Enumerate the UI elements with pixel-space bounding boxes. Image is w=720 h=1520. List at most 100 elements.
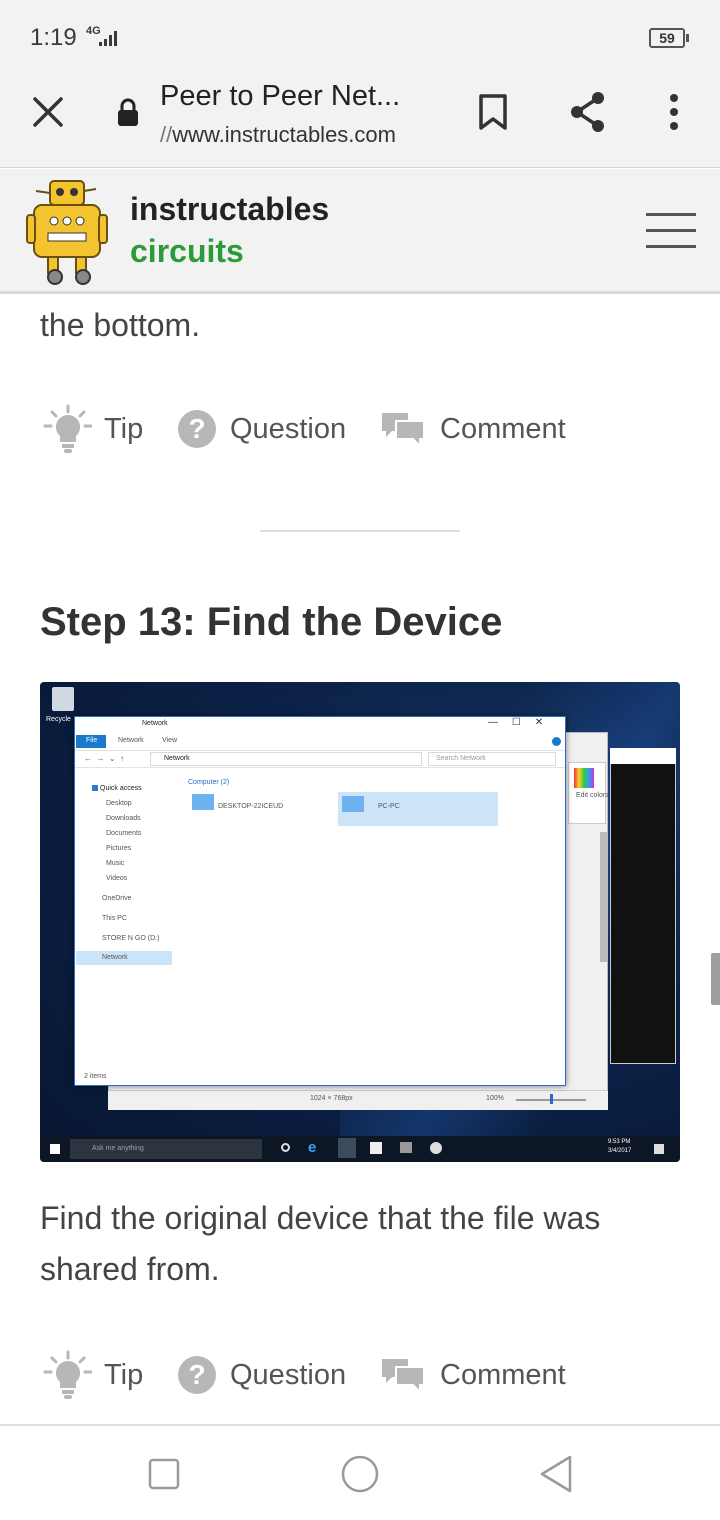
tip-label: Tip (104, 412, 144, 445)
edit-colors-label: Edit colors (576, 792, 609, 799)
help-icon[interactable] (552, 737, 561, 746)
nav-drive[interactable]: STORE N GO (D:) (102, 935, 159, 942)
nav-arrows[interactable]: ← → ⌄ ↑ (84, 754, 124, 763)
page-scrollbar[interactable] (711, 953, 720, 1005)
window-controls[interactable]: — ☐ ✕ (488, 717, 543, 728)
quick-access[interactable]: Quick access (100, 785, 142, 792)
url-scheme: // (160, 122, 173, 147)
status-items: 2 items (84, 1073, 107, 1080)
lightbulb-icon (43, 1350, 92, 1399)
comment-icon (382, 1359, 425, 1395)
nav-item[interactable]: Music (106, 860, 124, 867)
store-icon[interactable] (370, 1142, 382, 1154)
comment-icon (382, 413, 425, 449)
nav-item[interactable]: Pictures (106, 845, 131, 852)
ribbon-tabs (75, 734, 565, 748)
nav-network: Network (102, 954, 128, 961)
device-name: PC-PC (378, 803, 400, 810)
windows-start-icon[interactable] (50, 1144, 60, 1154)
question-icon: ? (178, 410, 216, 448)
paint-size: 1024 × 768px (310, 1095, 353, 1102)
tray-time: 9:53 PM (608, 1139, 631, 1145)
comment-button[interactable]: Comment (380, 1350, 566, 1400)
explorer-window (74, 716, 566, 1086)
device-name[interactable]: DESKTOP-22ICEUD (218, 803, 283, 810)
paint-zoom: 100% (486, 1095, 504, 1102)
site-header: instructables circuits (0, 169, 720, 294)
step-actions-top: Tip ? Question Comment (40, 404, 680, 454)
brand-category[interactable]: circuits (130, 233, 244, 270)
nav-this-pc[interactable]: This PC (102, 915, 127, 922)
question-button[interactable]: ? Question (178, 404, 346, 454)
zoom-slider-thumb (550, 1094, 553, 1104)
question-label: Question (230, 1358, 347, 1391)
tray-date: 3/4/2017 (608, 1148, 632, 1154)
step-image[interactable]: Recycle Edit colors 1024 × 768px 100% Ne… (40, 682, 680, 1162)
nav-item[interactable]: Documents (106, 830, 141, 837)
tip-button[interactable]: Tip (40, 1350, 143, 1400)
comment-label: Comment (440, 412, 566, 445)
address-text: Network (164, 755, 190, 762)
computer-icon (192, 794, 214, 810)
page-url[interactable]: //www.instructables.com (160, 122, 396, 148)
back-window (610, 748, 676, 1064)
computer-icon (342, 796, 364, 812)
home-circle-icon[interactable] (340, 1454, 380, 1494)
comment-button[interactable]: Comment (380, 404, 566, 454)
battery-icon: 59 (649, 28, 685, 48)
tip-button[interactable]: Tip (40, 404, 143, 454)
recents-square-icon[interactable] (148, 1458, 180, 1490)
nav-item[interactable]: Desktop (106, 800, 132, 807)
explorer-taskbar-icon[interactable] (338, 1138, 356, 1158)
lock-icon (118, 98, 138, 126)
edge-icon[interactable]: e (308, 1140, 320, 1155)
bookmark-icon[interactable] (476, 92, 510, 132)
search-placeholder: Search Network (436, 755, 486, 762)
back-window-titlebar (610, 748, 676, 764)
explorer-title: Network (142, 720, 168, 727)
question-icon: ? (178, 1356, 216, 1394)
page-title[interactable]: Peer to Peer Net... (160, 80, 400, 113)
group-header[interactable]: Computer (2) (188, 779, 229, 786)
previous-step-text: the bottom. (40, 307, 201, 343)
question-label: Question (230, 412, 347, 445)
task-view-icon[interactable] (281, 1143, 290, 1152)
paint-scrollbar (600, 832, 608, 962)
nav-item[interactable]: Videos (106, 875, 127, 882)
nav-onedrive[interactable]: OneDrive (102, 895, 132, 902)
comment-label: Comment (440, 1358, 566, 1391)
status-bar: 1:19 4G 59 (0, 0, 720, 72)
notification-icon[interactable] (654, 1144, 664, 1154)
url-host: www.instructables.com (172, 122, 396, 147)
robot-logo[interactable] (26, 177, 114, 289)
status-time: 1:19 (30, 24, 77, 51)
nav-item[interactable]: Downloads (106, 815, 141, 822)
file-tab-label: File (86, 737, 98, 744)
taskbar-search-placeholder: Ask me anything (92, 1145, 144, 1152)
battery-tip (686, 34, 689, 42)
color-swatch (574, 768, 594, 788)
paint-taskbar-icon[interactable] (430, 1142, 442, 1154)
share-icon[interactable] (568, 90, 608, 134)
tip-label: Tip (104, 1358, 144, 1391)
step-actions-bottom: Tip ? Question Comment (40, 1350, 680, 1400)
system-nav-bar (0, 1424, 720, 1520)
step-title: Step 13: Find the Device (40, 600, 503, 644)
close-icon[interactable] (30, 94, 66, 130)
section-divider (260, 530, 460, 532)
recycle-bin-icon[interactable] (52, 687, 74, 711)
lightbulb-icon (43, 404, 92, 453)
view-tab-label[interactable]: View (162, 737, 177, 744)
network-type: 4G (86, 25, 101, 37)
back-triangle-icon[interactable] (538, 1454, 574, 1494)
recycle-bin-label: Recycle (46, 716, 71, 723)
more-vert-icon[interactable] (664, 92, 684, 132)
browser-toolbar: Peer to Peer Net... //www.instructables.… (0, 72, 720, 168)
question-button[interactable]: ? Question (178, 1350, 346, 1400)
address-bar[interactable] (150, 752, 422, 766)
step-description: Find the original device that the file w… (40, 1200, 601, 1287)
star-icon (92, 785, 98, 791)
brand-name[interactable]: instructables (130, 191, 329, 228)
network-tab-label[interactable]: Network (118, 737, 144, 744)
app-icon[interactable] (400, 1142, 412, 1153)
